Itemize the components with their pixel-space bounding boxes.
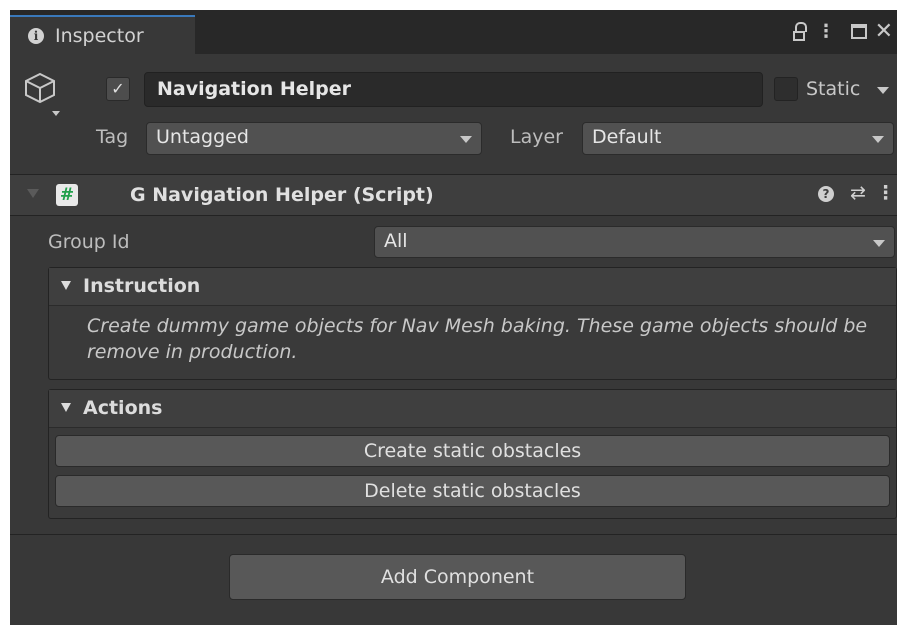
add-component-button[interactable]: Add Component xyxy=(229,554,686,600)
tag-value: Untagged xyxy=(156,126,249,148)
foldout-arrow-icon[interactable] xyxy=(27,189,39,198)
inspector-window: i Inspector ⋮ ✕ ✓ Navigation Helper Stat… xyxy=(10,10,897,625)
chevron-down-icon xyxy=(872,136,884,143)
foldout-triangle-icon xyxy=(61,403,71,412)
static-dropdown-arrow-icon[interactable] xyxy=(877,87,889,94)
active-checkbox[interactable]: ✓ xyxy=(106,77,130,101)
info-icon: i xyxy=(28,28,44,44)
divider xyxy=(10,534,897,535)
tag-label: Tag xyxy=(96,126,129,148)
actions-header[interactable]: Actions xyxy=(49,390,896,428)
tag-dropdown[interactable]: Untagged xyxy=(146,122,482,155)
script-icon: # xyxy=(56,184,78,206)
kebab-menu-icon[interactable]: ⋮ xyxy=(817,20,835,44)
tab-inspector[interactable]: i Inspector xyxy=(10,15,195,54)
tab-bar: i Inspector ⋮ ✕ xyxy=(10,10,897,54)
actions-title: Actions xyxy=(83,397,163,419)
help-icon[interactable]: ? xyxy=(818,186,834,202)
foldout-triangle-icon xyxy=(61,281,71,290)
component-header[interactable]: # G Navigation Helper (Script) ? ⇄ ⋮ xyxy=(10,175,897,215)
component-title: G Navigation Helper (Script) xyxy=(130,184,434,206)
layer-dropdown[interactable]: Default xyxy=(582,122,894,155)
close-icon[interactable]: ✕ xyxy=(875,20,893,44)
instruction-header[interactable]: Instruction xyxy=(49,268,896,306)
chevron-down-icon xyxy=(873,240,885,247)
tab-label: Inspector xyxy=(55,25,144,47)
layer-value: Default xyxy=(592,126,662,148)
delete-static-obstacles-button[interactable]: Delete static obstacles xyxy=(55,475,890,507)
group-id-label: Group Id xyxy=(48,231,130,253)
group-id-value: All xyxy=(384,230,408,252)
static-checkbox[interactable] xyxy=(774,77,798,101)
gameobject-cube-icon[interactable] xyxy=(24,70,60,118)
layer-label: Layer xyxy=(510,126,563,148)
instruction-title: Instruction xyxy=(83,275,201,297)
create-static-obstacles-button[interactable]: Create static obstacles xyxy=(55,435,890,467)
kebab-menu-icon[interactable]: ⋮ xyxy=(876,182,895,204)
presets-icon[interactable]: ⇄ xyxy=(850,182,866,204)
maximize-icon[interactable] xyxy=(851,24,867,39)
divider xyxy=(10,215,897,216)
gameobject-name-field[interactable]: Navigation Helper xyxy=(144,72,763,107)
chevron-down-icon xyxy=(460,136,472,143)
instruction-text: Create dummy game objects for Nav Mesh b… xyxy=(87,315,868,363)
actions-foldout: Actions Create static obstacles Delete s… xyxy=(48,389,897,519)
static-label[interactable]: Static xyxy=(806,78,860,100)
group-id-dropdown[interactable]: All xyxy=(374,226,895,258)
instruction-foldout: Instruction Create dummy game objects fo… xyxy=(48,267,897,380)
